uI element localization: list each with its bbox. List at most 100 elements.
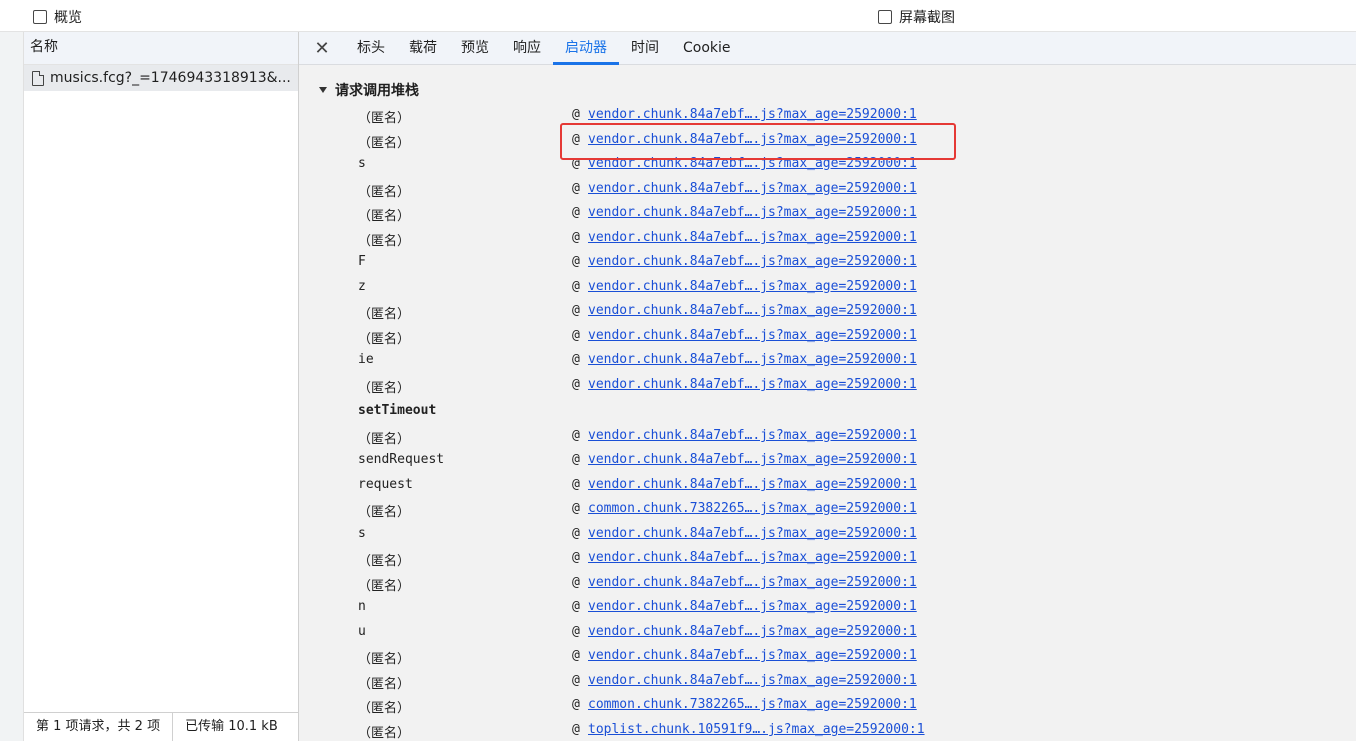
stack-frame-at: @	[572, 673, 580, 688]
tab-cookies[interactable]: Cookie	[671, 32, 743, 64]
stack-frame-source-link[interactable]: common.chunk.7382265….js?max_age=2592000…	[588, 697, 917, 712]
overview-checkbox-label: 概览	[54, 10, 82, 26]
stack-frame-function: （匿名）	[358, 554, 411, 569]
stack-frame-function: （匿名）	[358, 209, 411, 224]
tab-timing[interactable]: 时间	[619, 32, 671, 64]
stack-frame-source-link[interactable]: vendor.chunk.84a7ebf….js?max_age=2592000…	[588, 230, 917, 245]
stack-frame: n @ vendor.chunk.84a7ebf….js?max_age=25920…	[299, 596, 1356, 620]
stack-frame-at: @	[572, 279, 580, 294]
call-stack-section-header[interactable]: 请求调用堆栈	[319, 80, 419, 100]
close-icon[interactable]: ✕	[299, 32, 345, 64]
async-boundary-label: setTimeout	[358, 403, 437, 418]
stack-frame-function: （匿名）	[358, 677, 411, 692]
stack-frame-source-link[interactable]: common.chunk.7382265….js?max_age=2592000…	[588, 501, 917, 516]
stack-frame-at: @	[572, 648, 580, 663]
stack-frame-function: （匿名）	[358, 307, 411, 322]
stack-frame-at: @	[572, 303, 580, 318]
stack-frame-source-link[interactable]: vendor.chunk.84a7ebf….js?max_age=2592000…	[588, 254, 917, 269]
stack-frame-source-link[interactable]: vendor.chunk.84a7ebf….js?max_age=2592000…	[588, 181, 917, 196]
stack-frame-source-link[interactable]: vendor.chunk.84a7ebf….js?max_age=2592000…	[588, 648, 917, 663]
stack-frame-function: （匿名）	[358, 381, 411, 396]
stack-frame-source-link[interactable]: vendor.chunk.84a7ebf….js?max_age=2592000…	[588, 279, 917, 294]
screenshot-checkbox[interactable]: 屏幕截图	[878, 7, 955, 27]
stack-frame-function: ie	[358, 352, 374, 367]
stack-frame-function: sendRequest	[358, 452, 445, 467]
document-icon	[32, 70, 44, 86]
stack-frame-source-link[interactable]: vendor.chunk.84a7ebf….js?max_age=2592000…	[588, 624, 917, 639]
stack-frame-at: @	[572, 377, 580, 392]
stack-frame-at: @	[572, 477, 580, 492]
stack-frame-at: @	[572, 254, 580, 269]
stack-frame-function: （匿名）	[358, 505, 411, 520]
stack-frame: （匿名） @ vendor.chunk.84a7ebf….js?max_age=25…	[299, 227, 1356, 251]
stack-frame-function: u	[358, 624, 366, 639]
stack-frame-at: @	[572, 599, 580, 614]
overview-checkbox-box[interactable]	[33, 10, 47, 24]
stack-frame-at: @	[572, 722, 580, 737]
stack-frame-function: （匿名）	[358, 579, 411, 594]
tab-payload[interactable]: 载荷	[397, 32, 449, 64]
stack-frame-source-link[interactable]: vendor.chunk.84a7ebf….js?max_age=2592000…	[588, 303, 917, 318]
stack-frame-at: @	[572, 428, 580, 443]
stack-frame-at: @	[572, 205, 580, 220]
stack-frame: （匿名） @ vendor.chunk.84a7ebf….js?max_age=25…	[299, 202, 1356, 226]
stack-frame-source-link[interactable]: vendor.chunk.84a7ebf….js?max_age=2592000…	[588, 352, 917, 367]
stack-frame-source-link[interactable]: vendor.chunk.84a7ebf….js?max_age=2592000…	[588, 599, 917, 614]
stack-frame-source-link[interactable]: vendor.chunk.84a7ebf….js?max_age=2592000…	[588, 428, 917, 443]
stack-frame-at: @	[572, 107, 580, 122]
stack-frame-source-link[interactable]: vendor.chunk.84a7ebf….js?max_age=2592000…	[588, 673, 917, 688]
request-list-panel: 名称 musics.fcg?_=1746943318913&... 第 1 项请…	[24, 32, 299, 741]
details-tab-bar: ✕ 标头 载荷 预览 响应 启动器 时间 Cookie	[299, 32, 1356, 65]
top-toolbar: 概览 屏幕截图	[0, 0, 1356, 32]
tab-headers[interactable]: 标头	[345, 32, 397, 64]
stack-frame: request @ vendor.chunk.84a7ebf….js?max_age…	[299, 474, 1356, 498]
stack-frame-function: F	[358, 254, 366, 269]
stack-frame-at: @	[572, 328, 580, 343]
stack-frame-function: （匿名）	[358, 701, 411, 716]
stack-frame-at: @	[572, 575, 580, 590]
screenshot-checkbox-box[interactable]	[878, 10, 892, 24]
stack-frame-at: @	[572, 452, 580, 467]
stack-frame-source-link[interactable]: vendor.chunk.84a7ebf….js?max_age=2592000…	[588, 452, 917, 467]
stack-frame: （匿名） @ vendor.chunk.84a7ebf….js?max_age=25…	[299, 325, 1356, 349]
stack-frame-at: @	[572, 352, 580, 367]
stack-frame-source-link[interactable]: vendor.chunk.84a7ebf….js?max_age=2592000…	[588, 526, 917, 541]
stack-frame: ie @ vendor.chunk.84a7ebf….js?max_age=2592…	[299, 349, 1356, 373]
stack-frame-source-link[interactable]: vendor.chunk.84a7ebf….js?max_age=2592000…	[588, 575, 917, 590]
stack-frame: （匿名） @ common.chunk.7382265….js?max_age=25…	[299, 694, 1356, 718]
stack-frame-source-link[interactable]: vendor.chunk.84a7ebf….js?max_age=2592000…	[588, 205, 917, 220]
stack-frame: （匿名） @ vendor.chunk.84a7ebf….js?max_age=25…	[299, 374, 1356, 398]
tab-initiator[interactable]: 启动器	[553, 32, 619, 65]
stack-frame-function: （匿名）	[358, 234, 411, 249]
stack-frame-function: n	[358, 599, 366, 614]
stack-frame: （匿名） @ vendor.chunk.84a7ebf….js?max_age=25…	[299, 572, 1356, 596]
stack-frame-source-link[interactable]: vendor.chunk.84a7ebf….js?max_age=2592000…	[588, 550, 917, 565]
stack-frame: （匿名） @ vendor.chunk.84a7ebf….js?max_age=25…	[299, 670, 1356, 694]
tab-response[interactable]: 响应	[501, 32, 553, 64]
stack-frame-at: @	[572, 697, 580, 712]
stack-frame: sendRequest @ vendor.chunk.84a7ebf….js?max…	[299, 449, 1356, 473]
tab-preview[interactable]: 预览	[449, 32, 501, 64]
stack-frame-function: request	[358, 477, 413, 492]
stack-frame: （匿名） @ vendor.chunk.84a7ebf….js?max_age=25…	[299, 645, 1356, 669]
stack-frame-function: （匿名）	[358, 726, 411, 741]
left-gutter	[0, 32, 24, 741]
overview-checkbox[interactable]: 概览	[33, 7, 82, 27]
stack-frame: （匿名） @ vendor.chunk.84a7ebf….js?max_age=25…	[299, 178, 1356, 202]
stack-frame-function: （匿名）	[358, 432, 411, 447]
stack-frame: （匿名） @ toplist.chunk.10591f9….js?max_age=2…	[299, 719, 1356, 743]
stack-frame-source-link[interactable]: vendor.chunk.84a7ebf….js?max_age=2592000…	[588, 328, 917, 343]
name-column-header[interactable]: 名称	[24, 32, 298, 65]
stack-frame-source-link[interactable]: toplist.chunk.10591f9….js?max_age=259200…	[588, 722, 925, 737]
stack-frame-source-link[interactable]: vendor.chunk.84a7ebf….js?max_age=2592000…	[588, 107, 917, 122]
request-name: musics.fcg?_=1746943318913&...	[50, 70, 291, 86]
stack-frame-source-link[interactable]: vendor.chunk.84a7ebf….js?max_age=2592000…	[588, 377, 917, 392]
stack-frame-at: @	[572, 624, 580, 639]
stack-frame: （匿名） @ common.chunk.7382265….js?max_age=25…	[299, 498, 1356, 522]
stack-frame-function: s	[358, 526, 366, 541]
request-row-selected[interactable]: musics.fcg?_=1746943318913&...	[24, 65, 298, 91]
status-request-count: 第 1 项请求，共 2 项	[36, 719, 161, 734]
highlight-box	[560, 123, 956, 160]
stack-frame-source-link[interactable]: vendor.chunk.84a7ebf….js?max_age=2592000…	[588, 477, 917, 492]
stack-frame-function: （匿名）	[358, 136, 411, 151]
